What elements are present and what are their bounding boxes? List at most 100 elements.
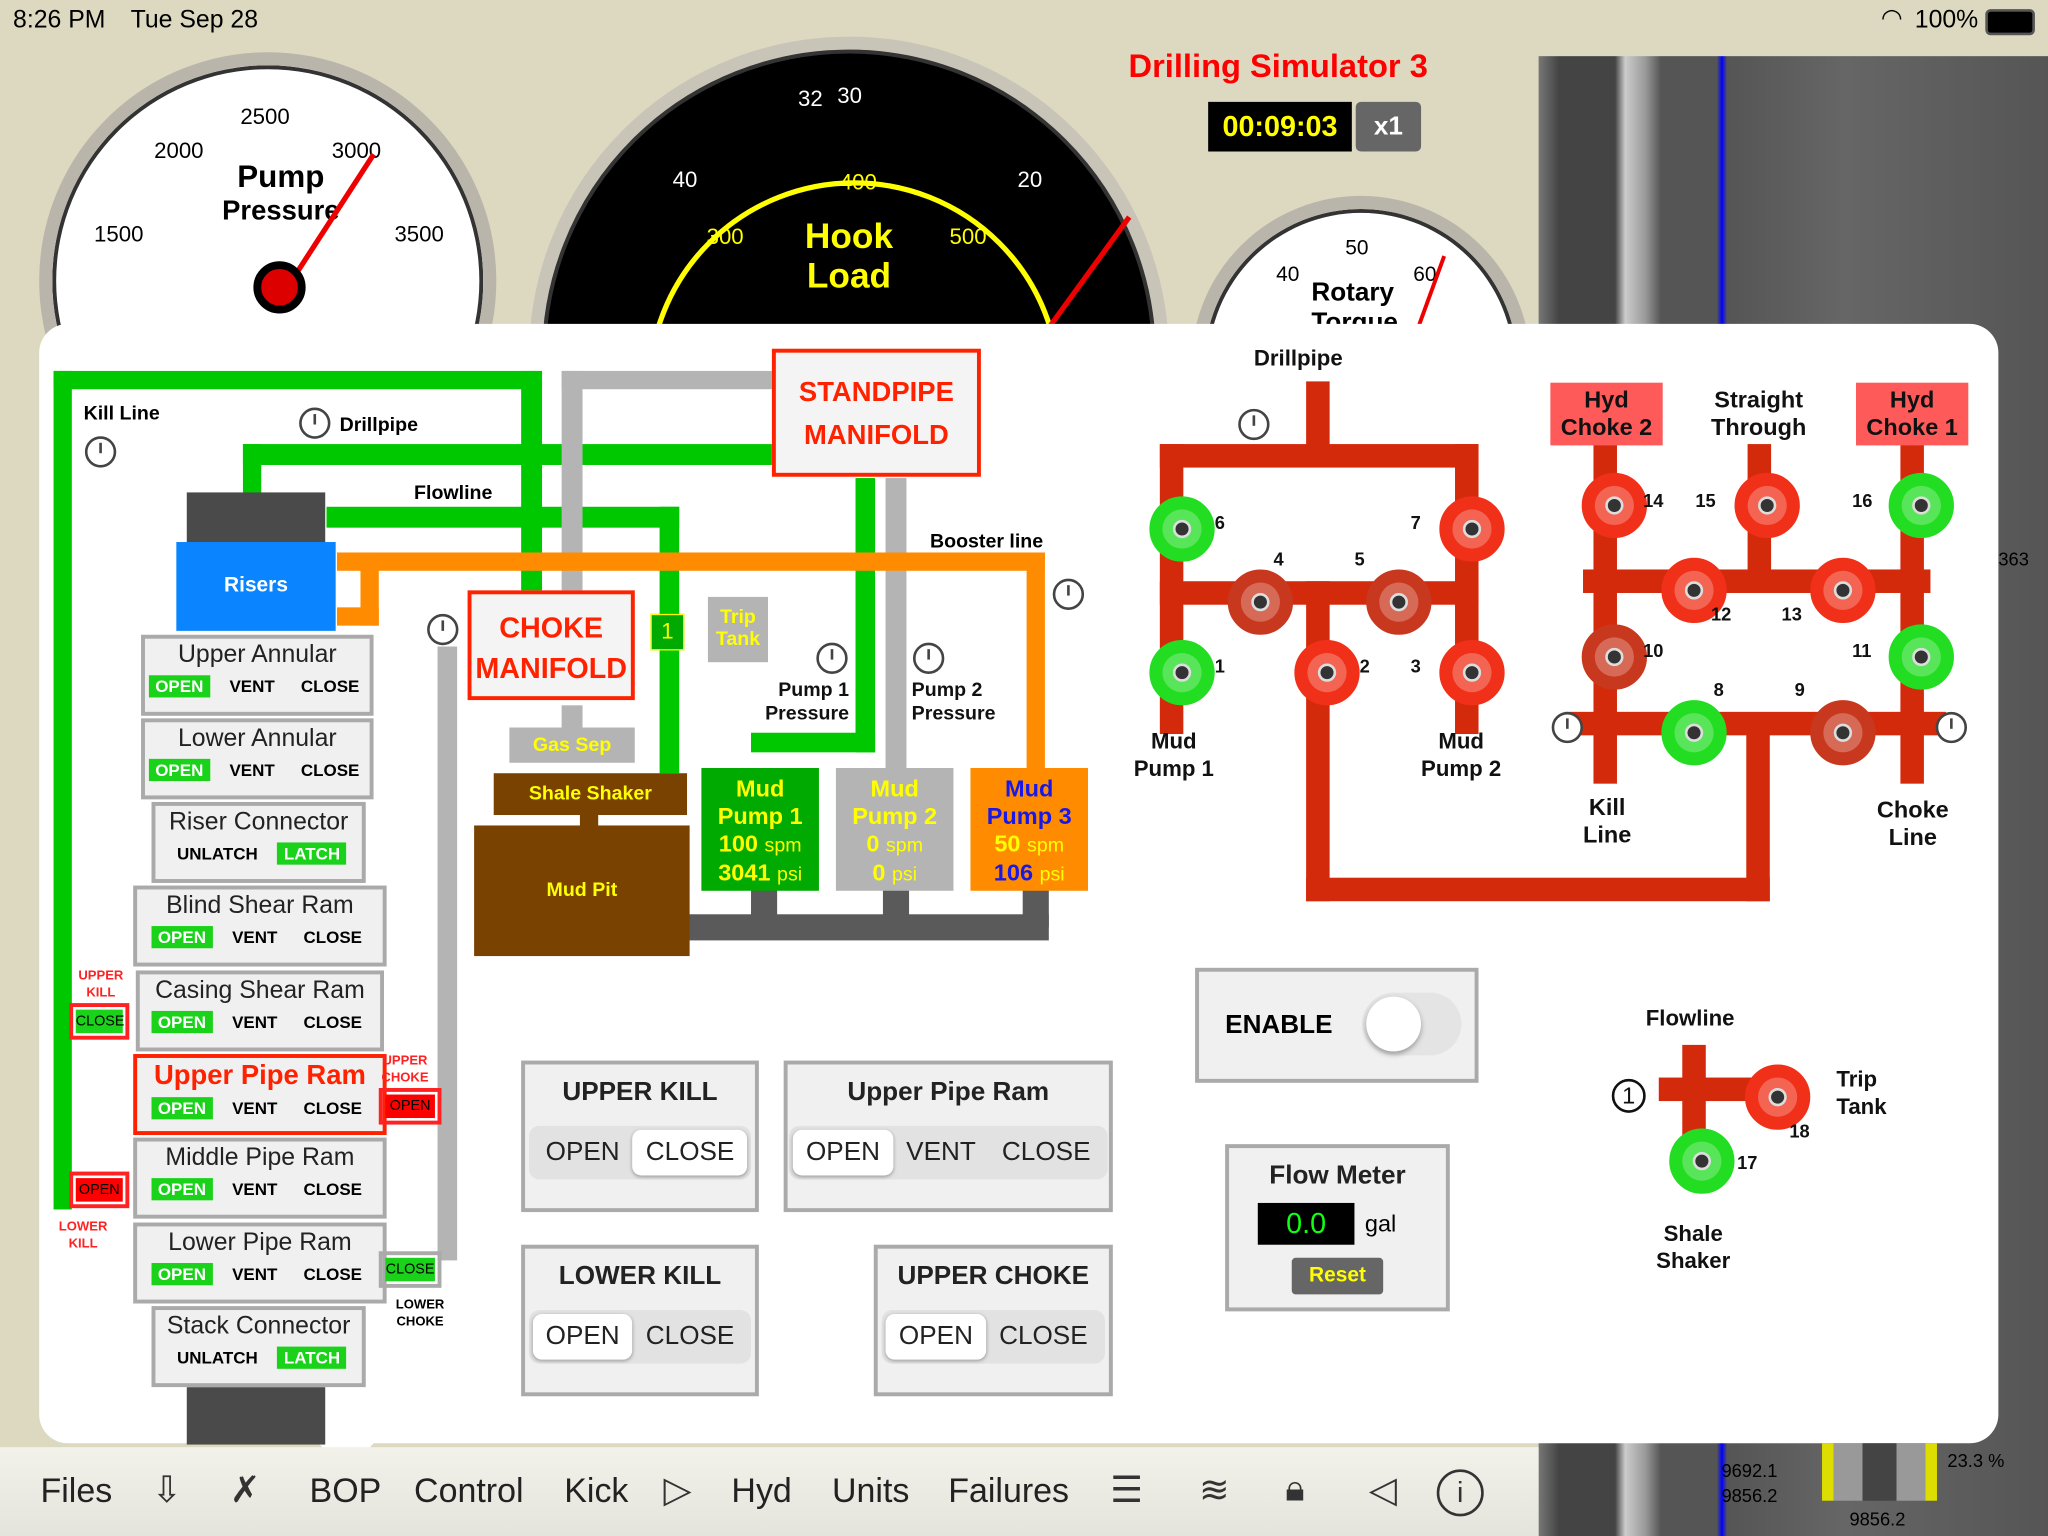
valve-8[interactable] bbox=[1661, 700, 1727, 766]
mud-pump-2[interactable]: Mud Pump 20 spm 0 psi bbox=[835, 767, 954, 891]
bop-option-close[interactable]: CLOSE bbox=[297, 1097, 369, 1119]
sound-icon[interactable]: ◁ bbox=[1369, 1468, 1397, 1511]
tab-hyd[interactable]: Hyd bbox=[731, 1471, 791, 1511]
tab-kick[interactable]: Kick bbox=[564, 1471, 628, 1511]
option-close[interactable]: CLOSE bbox=[986, 1314, 1101, 1360]
gas-separator: Gas Sep bbox=[509, 727, 635, 763]
pressure-gauge-icon[interactable] bbox=[1052, 578, 1085, 610]
valve-16[interactable] bbox=[1888, 472, 1954, 539]
valve-2[interactable] bbox=[1294, 639, 1360, 706]
bop-option-vent[interactable]: VENT bbox=[223, 675, 281, 697]
bop-option-open[interactable]: OPEN bbox=[151, 1263, 213, 1286]
tab-bop[interactable]: BOP bbox=[310, 1471, 382, 1511]
speed-button[interactable]: x1 bbox=[1355, 101, 1422, 152]
mud-pump-1[interactable]: Mud Pump 1 100 spm 3041 psi bbox=[701, 767, 819, 891]
export-icon[interactable]: ⇩ bbox=[152, 1468, 183, 1511]
shale-shaker: Shale Shaker bbox=[493, 773, 688, 816]
upper-kill-valve[interactable]: CLOSE bbox=[69, 1003, 130, 1040]
bop-option-open[interactable]: OPEN bbox=[151, 1178, 213, 1201]
bop-option-open[interactable]: OPEN bbox=[151, 1097, 213, 1120]
drillpipe-label: Drillpipe bbox=[339, 414, 418, 437]
option-vent[interactable]: VENT bbox=[893, 1130, 989, 1176]
hyd-choke-2-button[interactable]: Hyd Choke 2 bbox=[1550, 382, 1663, 446]
bop-option-open[interactable]: OPEN bbox=[151, 1010, 213, 1034]
bop-option-vent[interactable]: VENT bbox=[226, 1178, 284, 1200]
tab-control[interactable]: Control bbox=[414, 1471, 523, 1511]
lock-icon[interactable]: 🔒︎ bbox=[1285, 1468, 1304, 1511]
valve-14[interactable] bbox=[1581, 472, 1648, 539]
valve-17[interactable] bbox=[1669, 1128, 1735, 1194]
choke-line-label: Choke Line bbox=[1876, 796, 1949, 851]
trip-tank-valve[interactable]: 1 bbox=[650, 613, 685, 651]
bop-option-vent[interactable]: VENT bbox=[226, 1097, 284, 1119]
mud-pump-3[interactable]: Mud Pump 3 50 spm 106 psi bbox=[970, 767, 1088, 891]
tab-files[interactable]: Files bbox=[40, 1471, 112, 1511]
valve-6[interactable] bbox=[1149, 496, 1215, 562]
pressure-gauge-icon[interactable] bbox=[84, 436, 117, 468]
bop-option-close[interactable]: CLOSE bbox=[294, 675, 366, 697]
option-open[interactable]: OPEN bbox=[885, 1313, 987, 1360]
reset-button[interactable]: Reset bbox=[1291, 1257, 1384, 1295]
pressure-gauge-icon[interactable] bbox=[1935, 711, 1968, 744]
option-open[interactable]: OPEN bbox=[792, 1129, 894, 1176]
upper-choke-valve[interactable]: OPEN bbox=[378, 1087, 442, 1125]
tab-units[interactable]: Units bbox=[832, 1471, 909, 1511]
bop-option-close[interactable]: CLOSE bbox=[297, 1011, 369, 1033]
bop-option-latch[interactable]: LATCH bbox=[277, 842, 347, 865]
choke-manifold-box[interactable]: CHOKE MANIFOLD bbox=[467, 590, 635, 701]
valve-number: 10 bbox=[1643, 639, 1664, 661]
depth-readout: 9692.1 bbox=[1721, 1460, 1778, 1482]
bop-option-open[interactable]: OPEN bbox=[148, 675, 210, 698]
waves-icon[interactable]: ≋ bbox=[1199, 1468, 1230, 1511]
bop-option-vent[interactable]: VENT bbox=[226, 1263, 284, 1285]
valve-4[interactable] bbox=[1227, 569, 1294, 635]
bop-option-open[interactable]: OPEN bbox=[148, 758, 210, 782]
bop-option-open[interactable]: OPEN bbox=[151, 926, 213, 949]
lower-choke-valve[interactable]: CLOSE bbox=[378, 1251, 442, 1288]
valve-5[interactable] bbox=[1366, 569, 1432, 635]
valve-15[interactable] bbox=[1734, 472, 1800, 539]
enable-toggle[interactable] bbox=[1362, 992, 1462, 1056]
bop-option-close[interactable]: CLOSE bbox=[297, 1178, 369, 1200]
valve-9[interactable] bbox=[1810, 700, 1876, 766]
lower-kill-valve[interactable]: OPEN bbox=[69, 1171, 130, 1209]
pressure-gauge-icon[interactable] bbox=[816, 642, 848, 674]
bop-option-close[interactable]: CLOSE bbox=[294, 759, 366, 781]
pressure-gauge-icon[interactable] bbox=[427, 613, 459, 646]
pressure-gauge-icon[interactable] bbox=[912, 642, 945, 674]
hyd-choke-1-button[interactable]: Hyd Choke 1 bbox=[1855, 382, 1969, 446]
bop-option-vent[interactable]: VENT bbox=[226, 1011, 284, 1033]
bop-option-close[interactable]: CLOSE bbox=[297, 926, 369, 948]
tab-failures[interactable]: Failures bbox=[948, 1471, 1069, 1511]
bop-option-latch[interactable]: LATCH bbox=[277, 1346, 347, 1369]
valve-3[interactable] bbox=[1439, 639, 1505, 706]
bop-option-unlatch[interactable]: UNLATCH bbox=[170, 842, 264, 864]
pressure-gauge-icon[interactable] bbox=[1238, 408, 1270, 441]
valve-13[interactable] bbox=[1810, 557, 1876, 624]
option-open[interactable]: OPEN bbox=[532, 1313, 633, 1360]
pressure-gauge-icon[interactable] bbox=[1551, 711, 1584, 744]
info-icon[interactable]: i bbox=[1436, 1469, 1484, 1517]
valve-1[interactable] bbox=[1149, 639, 1215, 706]
bop-option-vent[interactable]: VENT bbox=[223, 759, 281, 781]
valve-7[interactable] bbox=[1439, 496, 1505, 562]
bop-option-close[interactable]: CLOSE bbox=[297, 1263, 369, 1285]
tick-label: 32 bbox=[798, 86, 823, 112]
option-close[interactable]: CLOSE bbox=[633, 1314, 748, 1360]
pressure-gauge-icon[interactable] bbox=[299, 407, 331, 439]
play-icon[interactable]: ▷ bbox=[664, 1468, 692, 1511]
valve-10[interactable] bbox=[1581, 624, 1648, 690]
valve-wheel-icon bbox=[1605, 496, 1624, 515]
manifold-pipe bbox=[1159, 444, 1479, 468]
option-close[interactable]: CLOSE bbox=[989, 1130, 1104, 1176]
option-open[interactable]: OPEN bbox=[533, 1130, 633, 1176]
tick-label: 50 bbox=[1345, 237, 1369, 260]
valve-11[interactable] bbox=[1888, 624, 1954, 690]
bop-control-lower-annular: Lower Annular OPEN VENT CLOSE bbox=[141, 718, 374, 800]
tools-icon[interactable]: ✗ bbox=[230, 1468, 261, 1511]
bop-option-vent[interactable]: VENT bbox=[226, 926, 284, 948]
option-close[interactable]: CLOSE bbox=[632, 1129, 748, 1176]
bop-option-unlatch[interactable]: UNLATCH bbox=[170, 1347, 264, 1369]
standpipe-manifold-box[interactable]: STANDPIPE MANIFOLD bbox=[771, 348, 981, 477]
sliders-icon[interactable]: ☰ bbox=[1110, 1468, 1143, 1511]
